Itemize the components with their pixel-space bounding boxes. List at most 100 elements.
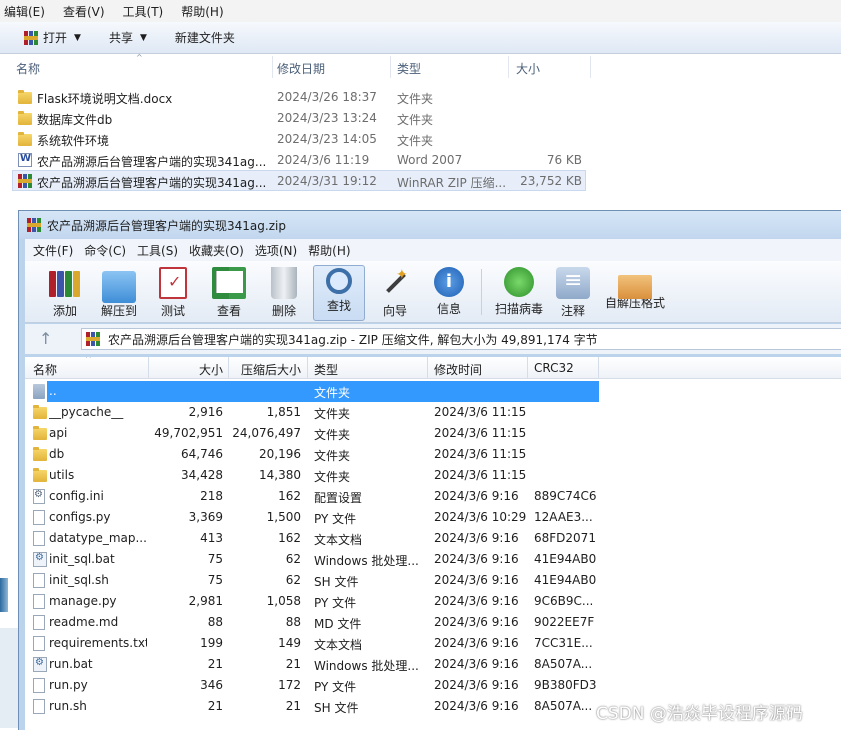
table-row[interactable]: readme.md 88 88 MD 文件 2024/3/6 9:16 9022EE7F	[25, 612, 841, 633]
list-item[interactable]: 系统软件环境 2024/3/23 14:05 文件夹	[12, 129, 586, 150]
file-modified: 2024/3/6 9:16	[434, 615, 519, 629]
file-size: 23,752 KB	[520, 174, 582, 188]
extract-to-button[interactable]: 解压到	[93, 265, 145, 321]
table-row[interactable]: manage.py 2,981 1,058 PY 文件 2024/3/6 9:16 9C6…	[25, 591, 841, 612]
file-date: 2024/3/31 19:12	[277, 174, 377, 188]
folder-icon	[33, 468, 47, 482]
open-button[interactable]: 打开 ▼	[24, 29, 81, 46]
file-size: 75	[207, 573, 223, 587]
table-row[interactable]: init_sql.sh 75 62 SH 文件 2024/3/6 9:16 41E94AB…	[25, 570, 841, 591]
file-packed-size: 21	[285, 657, 301, 671]
sort-ascending-icon: ^	[136, 53, 143, 62]
list-item[interactable]: 农产品溯源后台管理客户端的实现341ag... 2024/3/6 11:19 W…	[12, 150, 586, 171]
column-type[interactable]: 类型	[397, 60, 421, 77]
column-packed-size[interactable]: 压缩后大小	[229, 361, 301, 378]
comment-button[interactable]: 注释	[547, 265, 599, 321]
winrar-window: 农产品溯源后台管理客户端的实现341ag.zip 文件(F) 命令(C) 工具(…	[18, 210, 841, 730]
file-crc32: 8A507A...	[534, 699, 593, 713]
find-button[interactable]: 查找	[313, 265, 365, 321]
table-row[interactable]: run.bat 21 21 Windows 批处理... 2024/3/6 9:16 8A…	[25, 654, 841, 675]
file-type: 文本文档	[314, 533, 363, 547]
table-row[interactable]: db 64,746 20,196 文件夹 2024/3/6 11:15	[25, 444, 841, 465]
file-type: 文件夹	[397, 134, 434, 148]
file-name: utils	[49, 468, 75, 482]
path-field[interactable]: 农产品溯源后台管理客户端的实现341ag.zip - ZIP 压缩文件, 解包大…	[81, 328, 841, 350]
file-type: PY 文件	[314, 596, 357, 610]
delete-button[interactable]: 删除	[258, 265, 310, 321]
file-type: 文件夹	[314, 449, 351, 463]
folder-icon	[33, 405, 47, 419]
column-type[interactable]: 类型	[314, 361, 338, 378]
explorer-menu-help[interactable]: 帮助(H)	[181, 3, 223, 20]
file-packed-size: 20,196	[259, 447, 301, 461]
file-crc32: 12AAE3...	[534, 510, 593, 524]
winrar-title-bar[interactable]: 农产品溯源后台管理客户端的实现341ag.zip	[19, 211, 841, 239]
explorer-menubar: 编辑(E) 查看(V) 工具(T) 帮助(H)	[0, 0, 841, 22]
file-name: config.ini	[49, 489, 104, 503]
table-row-selected[interactable]: .. 文件夹	[25, 381, 841, 402]
table-row[interactable]: run.py 346 172 PY 文件 2024/3/6 9:16 9B380FD3	[25, 675, 841, 696]
list-item-selected[interactable]: 农产品溯源后台管理客户端的实现341ag... 2024/3/31 19:12 …	[12, 170, 586, 191]
wizard-button[interactable]: 向导	[369, 265, 421, 321]
new-folder-label: 新建文件夹	[174, 31, 235, 45]
table-row[interactable]: api 49,702,951 24,076,497 文件夹 2024/3/6 11:15	[25, 423, 841, 444]
file-type: SH 文件	[314, 575, 359, 589]
menu-options[interactable]: 选项(N)	[255, 242, 297, 259]
explorer-menu-tools[interactable]: 工具(T)	[123, 3, 164, 20]
sfx-button[interactable]: 自解压格式	[603, 265, 667, 321]
menu-help[interactable]: 帮助(H)	[308, 242, 350, 259]
file-modified: 2024/3/6 9:16	[434, 699, 519, 713]
explorer-menu-edit[interactable]: 编辑(E)	[4, 3, 45, 20]
file-type: Windows 批处理...	[314, 554, 419, 568]
file-type: 文件夹	[314, 428, 351, 442]
menu-commands[interactable]: 命令(C)	[84, 242, 126, 259]
file-size: 346	[200, 678, 223, 692]
column-name[interactable]: 名称	[33, 361, 57, 378]
list-item[interactable]: Flask环境说明文档.docx 2024/3/26 18:37 文件夹	[12, 87, 586, 108]
file-modified: 2024/3/6 9:16	[434, 594, 519, 608]
column-crc32[interactable]: CRC32	[534, 361, 574, 375]
column-modified[interactable]: 修改时间	[434, 361, 482, 378]
file-icon	[33, 594, 45, 609]
folder-icon	[18, 111, 32, 125]
window-title: 农产品溯源后台管理客户端的实现341ag.zip	[47, 218, 286, 233]
delete-icon	[271, 267, 297, 299]
column-size[interactable]: 大小	[149, 361, 223, 378]
table-row[interactable]: utils 34,428 14,380 文件夹 2024/3/6 11:15	[25, 465, 841, 486]
table-row[interactable]: config.ini 218 162 配置设置 2024/3/6 9:16 889C74C…	[25, 486, 841, 507]
info-button[interactable]: i 信息	[423, 265, 475, 321]
menu-tools[interactable]: 工具(S)	[137, 242, 178, 259]
column-size[interactable]: 大小	[516, 60, 540, 77]
list-item[interactable]: 数据库文件db 2024/3/23 13:24 文件夹	[12, 108, 586, 129]
share-button[interactable]: 共享 ▼	[109, 29, 147, 46]
file-crc32: 41E94AB0	[534, 552, 597, 566]
file-icon	[33, 510, 45, 525]
file-name: requirements.txt	[49, 636, 147, 650]
file-icon	[33, 636, 45, 651]
test-button[interactable]: 测试	[147, 265, 199, 321]
table-row[interactable]: requirements.txt 199 149 文本文档 2024/3/6 9:16 7…	[25, 633, 841, 654]
table-row[interactable]: init_sql.bat 75 62 Windows 批处理... 2024/3/6 9…	[25, 549, 841, 570]
menu-file[interactable]: 文件(F)	[33, 242, 73, 259]
folder-icon	[33, 426, 47, 440]
new-folder-button[interactable]: 新建文件夹	[175, 29, 235, 46]
file-name: run.bat	[49, 657, 93, 671]
add-button[interactable]: 添加	[39, 265, 91, 321]
file-packed-size: 149	[278, 636, 301, 650]
file-size: 75	[207, 552, 223, 566]
up-arrow-icon[interactable]: ↑	[39, 329, 52, 348]
column-date[interactable]: 修改日期	[277, 60, 325, 77]
file-modified: 2024/3/6 9:16	[434, 678, 519, 692]
table-row[interactable]: configs.py 3,369 1,500 PY 文件 2024/3/6 10:29 1…	[25, 507, 841, 528]
file-name: run.py	[49, 678, 88, 692]
virus-scan-button[interactable]: 扫描病毒	[487, 265, 551, 321]
table-row[interactable]: datatype_map.... 413 162 文本文档 2024/3/6 9:16 6…	[25, 528, 841, 549]
view-label: 查看	[216, 304, 241, 318]
table-row[interactable]: __pycache__ 2,916 1,851 文件夹 2024/3/6 11:15	[25, 402, 841, 423]
view-button[interactable]: 查看	[203, 265, 255, 321]
file-modified: 2024/3/6 9:16	[434, 636, 519, 650]
column-name[interactable]: 名称	[16, 60, 40, 77]
explorer-menu-view[interactable]: 查看(V)	[63, 3, 105, 20]
menu-favorites[interactable]: 收藏夹(O)	[189, 242, 244, 259]
background-window-edge	[0, 628, 18, 728]
